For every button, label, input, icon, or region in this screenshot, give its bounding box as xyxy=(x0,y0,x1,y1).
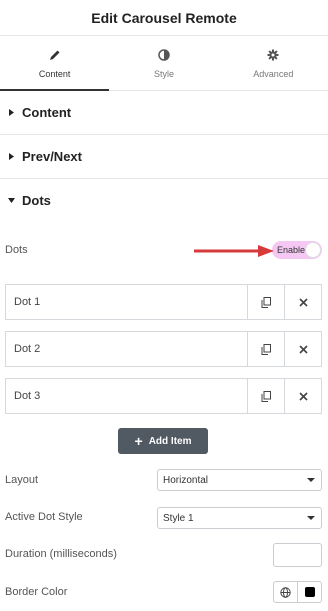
tab-content-label: Content xyxy=(38,69,71,79)
repeater-item[interactable]: Dot 1 xyxy=(5,284,322,320)
section-content-label: Content xyxy=(22,105,72,120)
layout-label: Layout xyxy=(5,474,39,486)
section-prev-next-label: Prev/Next xyxy=(22,149,82,164)
layout-value: Horizontal xyxy=(163,474,209,486)
tab-advanced-label: Advanced xyxy=(253,69,294,79)
color-swatch[interactable] xyxy=(297,582,321,602)
panel-title: Edit Carousel Remote xyxy=(91,9,237,26)
close-icon[interactable] xyxy=(284,285,321,319)
border-color-label: Border Color xyxy=(5,586,68,598)
active-dot-style-label: Active Dot Style xyxy=(5,511,83,523)
toggle-knob xyxy=(305,242,321,258)
close-icon[interactable] xyxy=(284,379,321,413)
plus-icon: + xyxy=(134,433,143,449)
dots-enable-toggle[interactable]: Enable xyxy=(272,241,322,259)
duration-label: Duration (milliseconds) xyxy=(5,548,117,560)
item-title: Dot 3 xyxy=(14,390,41,402)
section-dots[interactable]: Dots xyxy=(0,179,328,222)
caret-right-icon xyxy=(6,153,16,160)
tab-content[interactable]: Content xyxy=(0,36,110,91)
section-content[interactable]: Content xyxy=(0,91,328,135)
globe-icon[interactable] xyxy=(274,582,297,602)
duplicate-icon[interactable] xyxy=(247,285,284,319)
duration-input[interactable] xyxy=(273,543,322,567)
tab-advanced[interactable]: Advanced xyxy=(219,36,328,90)
active-dot-style-select[interactable]: Style 1 xyxy=(157,507,322,529)
panel-tabs: Content Style Advanced xyxy=(0,36,328,91)
gear-icon xyxy=(267,47,279,63)
section-dots-label: Dots xyxy=(22,193,51,208)
chevron-down-icon xyxy=(307,516,315,520)
dots-label: Dots xyxy=(5,244,28,256)
annotation-arrow-icon xyxy=(194,245,274,257)
tab-style[interactable]: Style xyxy=(109,36,218,90)
contrast-icon xyxy=(158,47,170,63)
add-item-button[interactable]: + Add Item xyxy=(118,428,208,454)
repeater-item[interactable]: Dot 2 xyxy=(5,331,322,367)
duplicate-icon[interactable] xyxy=(247,379,284,413)
caret-down-icon xyxy=(6,198,16,203)
active-dot-style-value: Style 1 xyxy=(163,512,194,524)
section-prev-next[interactable]: Prev/Next xyxy=(0,135,328,179)
add-item-label: Add Item xyxy=(148,435,192,447)
toggle-label: Enable xyxy=(277,245,306,255)
border-color-picker[interactable] xyxy=(273,581,322,603)
color-swatch-fill xyxy=(304,587,315,597)
layout-select[interactable]: Horizontal xyxy=(157,469,322,491)
tab-style-label: Style xyxy=(153,69,174,79)
panel-header: Edit Carousel Remote xyxy=(0,0,328,36)
item-title: Dot 2 xyxy=(14,343,41,355)
repeater-item[interactable]: Dot 3 xyxy=(5,378,322,414)
chevron-down-icon xyxy=(307,478,315,482)
item-title: Dot 1 xyxy=(14,296,41,308)
caret-right-icon xyxy=(6,109,16,116)
close-icon[interactable] xyxy=(284,332,321,366)
pencil-icon xyxy=(49,47,61,63)
duplicate-icon[interactable] xyxy=(247,332,284,366)
